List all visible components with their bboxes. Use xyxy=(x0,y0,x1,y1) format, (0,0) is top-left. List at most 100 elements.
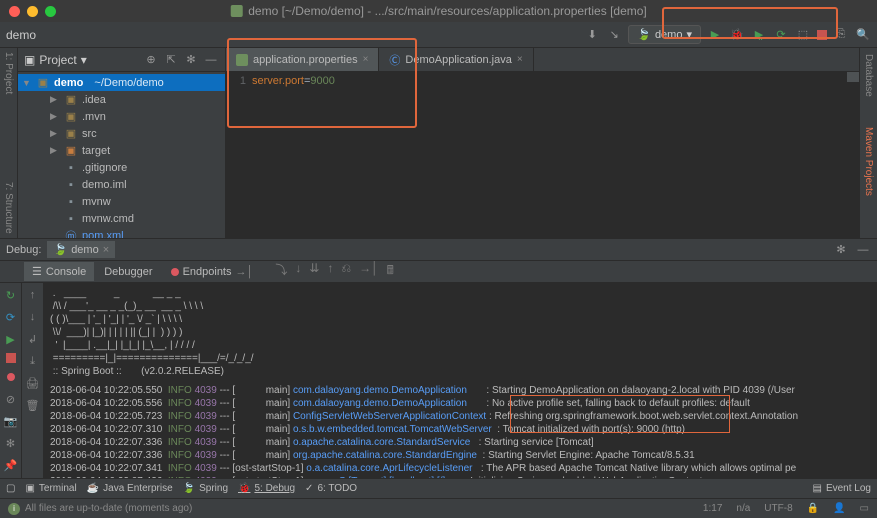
structure-tool-button[interactable]: 7: Structure xyxy=(3,182,14,234)
window-title: demo [~/Demo/demo] - .../src/main/resour… xyxy=(248,4,647,18)
down-stack-icon[interactable]: ↓ xyxy=(25,309,41,325)
print-icon[interactable]: 🖨 xyxy=(25,375,41,391)
terminal-tab[interactable]: ▣ Terminal xyxy=(25,483,76,494)
drop-frame-icon[interactable]: ⎌ xyxy=(341,261,351,282)
tree-item-demo-iml[interactable]: ▪demo.iml xyxy=(18,176,225,193)
resume-button[interactable]: ▶ xyxy=(3,331,19,347)
close-icon[interactable]: × xyxy=(103,244,109,256)
attach-button[interactable]: ⬚ xyxy=(795,27,811,43)
spring-leaf-icon: 🍃 xyxy=(53,243,67,256)
hector-icon[interactable]: 👤 xyxy=(833,503,845,514)
gear-icon[interactable]: ✻ xyxy=(183,52,199,68)
window-minimize-button[interactable] xyxy=(27,6,38,17)
editor-tab-application-properties[interactable]: application.properties× xyxy=(226,48,379,71)
step-into-icon[interactable]: ↓ xyxy=(295,261,301,282)
pin-icon[interactable]: 📌 xyxy=(3,457,19,473)
update-button[interactable]: ⟳ xyxy=(3,309,19,325)
console-output[interactable]: . ____ _ __ _ _ /\\ / ___'_ __ _ _(_)_ _… xyxy=(44,283,877,478)
tree-item-mvnw[interactable]: ▪mvnw xyxy=(18,193,225,210)
tree-item-target[interactable]: ▶▣target xyxy=(18,142,225,159)
file-encoding[interactable]: UTF-8 xyxy=(764,503,792,514)
cursor-position[interactable]: 1:17 xyxy=(703,503,722,514)
force-step-into-icon[interactable]: ⇊ xyxy=(309,261,319,282)
main-toolbar: demo ⬇ ↘ 🍃 demo ▾ ▶ 🐞 ▶̤ ⟳ ⬚ ⎘ 🔍 xyxy=(0,22,877,48)
step-over-icon[interactable]: ⤵ xyxy=(275,261,287,282)
nav-icon[interactable]: ↘ xyxy=(606,27,622,43)
mute-breakpoints-icon[interactable]: ⊘ xyxy=(3,391,19,407)
evaluate-icon[interactable]: 🖩 xyxy=(387,261,394,282)
debug-tab[interactable]: 🐞 5: Debug xyxy=(238,483,295,494)
spring-boot-version: :: Spring Boot :: (v2.0.2.RELEASE) xyxy=(50,365,871,378)
debug-config-tab[interactable]: 🍃 demo × xyxy=(47,241,115,258)
endpoints-tab[interactable]: Endpoints →│ xyxy=(163,263,262,281)
coverage-button[interactable]: ▶̤ xyxy=(751,27,767,43)
locate-icon[interactable]: ⊕ xyxy=(143,52,159,68)
status-bar: i All files are up-to-date (moments ago)… xyxy=(0,498,877,518)
scroll-end-icon[interactable]: ⤓ xyxy=(25,353,41,369)
log-line: 2018-06-04 10:22:05.550 INFO 4039 --- [ … xyxy=(50,384,871,397)
debug-settings-icon[interactable]: ✻ xyxy=(833,242,849,258)
soft-wrap-icon[interactable]: ↲ xyxy=(25,331,41,347)
debug-title: Debug: xyxy=(6,244,41,256)
up-stack-icon[interactable]: ↑ xyxy=(25,287,41,303)
spring-banner: . ____ _ __ _ _ /\\ / ___'_ __ _ _(_)_ _… xyxy=(50,287,871,365)
console-tab[interactable]: ☰ Console xyxy=(24,262,94,281)
todo-tab[interactable]: ✓ 6: TODO xyxy=(305,483,357,494)
log-line: 2018-06-04 10:22:07.341 INFO 4039 --- [o… xyxy=(50,462,871,475)
editor: application.properties×ⒸDemoApplication.… xyxy=(226,48,859,238)
tree-item--idea[interactable]: ▶▣.idea xyxy=(18,91,225,108)
tree-root[interactable]: ▼▣ demo ~/Demo/demo xyxy=(18,74,225,91)
debug-left-toolbar: ↻ ⟳ ▶ ⊘ 📷 ✻ 📌 xyxy=(0,283,22,478)
tree-item-src[interactable]: ▶▣src xyxy=(18,125,225,142)
maven-tool-button[interactable]: Maven Projects xyxy=(863,127,874,196)
insert-mode[interactable]: n/a xyxy=(736,503,750,514)
collapse-icon[interactable]: ⇱ xyxy=(163,52,179,68)
tree-item-mvnw-cmd[interactable]: ▪mvnw.cmd xyxy=(18,210,225,227)
run-configuration-dropdown[interactable]: 🍃 demo ▾ xyxy=(628,25,701,44)
java-ee-tab[interactable]: ☕ Java Enterprise xyxy=(87,483,173,494)
database-tool-button[interactable]: Database xyxy=(863,54,874,97)
debug-hide-icon[interactable]: — xyxy=(855,242,871,258)
tree-item--gitignore[interactable]: ▪.gitignore xyxy=(18,159,225,176)
run-button[interactable]: ▶ xyxy=(707,27,723,43)
profile-button[interactable]: ⟳ xyxy=(773,27,789,43)
log-line: 2018-06-04 10:22:05.556 INFO 4039 --- [ … xyxy=(50,397,871,410)
rerun-button[interactable]: ↻ xyxy=(3,287,19,303)
debugger-tab[interactable]: Debugger xyxy=(96,263,160,281)
editor-body[interactable]: 1 server.port=9000 xyxy=(226,72,859,238)
editor-tab-demoapplication-java[interactable]: ⒸDemoApplication.java× xyxy=(379,48,533,71)
code-line[interactable]: server.port=9000 xyxy=(252,72,335,238)
step-out-icon[interactable]: ↑ xyxy=(327,261,333,282)
log-line: 2018-06-04 10:22:07.336 INFO 4039 --- [ … xyxy=(50,436,871,449)
memory-indicator[interactable]: ▭ xyxy=(860,503,869,514)
project-tool-button[interactable]: 1: Project xyxy=(3,52,14,94)
spring-tab[interactable]: 🍃 Spring xyxy=(183,483,228,494)
tree-item--mvn[interactable]: ▶▣.mvn xyxy=(18,108,225,125)
git-branch-icon[interactable]: 🔒 xyxy=(807,503,819,514)
stop-debug-button[interactable] xyxy=(6,353,16,363)
bottom-hide-icon[interactable]: ▢ xyxy=(6,483,15,494)
settings-icon[interactable]: ✻ xyxy=(3,435,19,451)
debug-button[interactable]: 🐞 xyxy=(729,27,745,43)
vcs-icon[interactable]: ⎘ xyxy=(833,27,849,43)
spring-leaf-icon: 🍃 xyxy=(637,28,651,41)
project-view-dropdown[interactable]: ▣ Project ▾ xyxy=(24,53,87,67)
dump-threads-icon[interactable]: 📷 xyxy=(3,413,19,429)
hide-icon[interactable]: — xyxy=(203,52,219,68)
info-icon[interactable]: i xyxy=(8,503,20,515)
clear-icon[interactable]: 🗑 xyxy=(25,397,41,413)
breadcrumb[interactable]: demo xyxy=(6,28,36,42)
close-icon[interactable]: × xyxy=(517,54,523,65)
build-icon[interactable]: ⬇ xyxy=(584,27,600,43)
project-tree[interactable]: ▼▣ demo ~/Demo/demo ▶▣.idea▶▣.mvn▶▣src▶▣… xyxy=(18,72,225,238)
event-log-tab[interactable]: ▤ Event Log xyxy=(813,483,872,494)
close-icon[interactable]: × xyxy=(363,54,369,65)
view-breakpoints-icon[interactable] xyxy=(3,369,19,385)
window-zoom-button[interactable] xyxy=(45,6,56,17)
editor-scrollbar[interactable] xyxy=(847,72,859,82)
run-to-cursor-icon[interactable]: →│ xyxy=(359,261,379,282)
window-close-button[interactable] xyxy=(9,6,20,17)
search-icon[interactable]: 🔍 xyxy=(855,27,871,43)
stop-button[interactable] xyxy=(817,30,827,40)
tree-item-pom-xml[interactable]: ⓜpom.xml xyxy=(18,227,225,238)
